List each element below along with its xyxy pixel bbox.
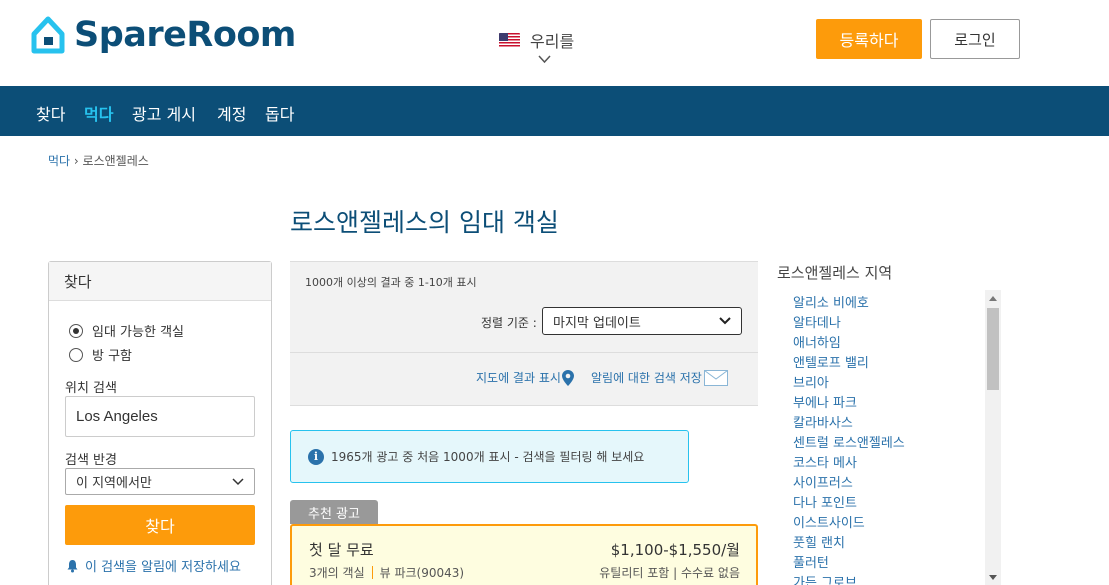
radio-label: 임대 가능한 객실 bbox=[92, 325, 184, 340]
breadcrumb: 먹다 › 로스앤젤레스 bbox=[48, 152, 149, 169]
area-link[interactable]: 칼라바사스 bbox=[793, 412, 853, 431]
radius-value: 이 지역에서만 bbox=[76, 476, 152, 491]
spareroom-logo[interactable]: SpareRoom bbox=[31, 15, 296, 55]
map-pin-icon bbox=[561, 369, 574, 386]
area-link[interactable]: 다나 포인트 bbox=[793, 492, 857, 511]
info-notice-text: 1965개 광고 중 처음 1000개 표시 - 검색을 필터링 해 보세요 bbox=[331, 450, 645, 464]
listing-meta: 3개의 객실 뷰 파크(90043) bbox=[309, 564, 464, 581]
area-link[interactable]: 센트럴 로스앤젤레스 bbox=[793, 432, 905, 451]
alert-link-label: 알림에 대한 검색 저장 bbox=[591, 371, 702, 385]
page-title: 로스앤젤레스의 임대 객실 bbox=[290, 208, 559, 237]
main-nav: 찾다 먹다 광고 게시 계정 돕다 bbox=[0, 86, 1109, 136]
location-label: 위치 검색 bbox=[65, 381, 117, 396]
language-selector[interactable]: 우리를 bbox=[499, 28, 574, 52]
area-link[interactable]: 알타데나 bbox=[793, 312, 841, 331]
areas-scrollbar[interactable] bbox=[985, 290, 1001, 585]
listing-price: $1,100-$1,550/월 bbox=[610, 541, 740, 559]
separator bbox=[371, 566, 373, 579]
featured-ad-tag: 추천 광고 bbox=[290, 500, 378, 524]
listing-title[interactable]: 첫 달 무료 bbox=[309, 539, 374, 560]
area-link[interactable]: 풀러턴 bbox=[793, 552, 829, 571]
area-link[interactable]: 브리아 bbox=[793, 372, 829, 391]
sort-label: 정렬 기준 : bbox=[481, 316, 537, 330]
areas-title: 로스앤젤레스 지역 bbox=[777, 264, 893, 282]
nav-item-help[interactable]: 돕다 bbox=[265, 101, 294, 125]
area-link[interactable]: 풋힐 랜치 bbox=[793, 532, 845, 551]
envelope-icon bbox=[703, 369, 728, 386]
divider bbox=[290, 352, 758, 353]
area-link[interactable]: 부에나 파크 bbox=[793, 392, 857, 411]
scroll-up-arrow-icon[interactable] bbox=[989, 296, 997, 301]
radio-rooms-for-rent[interactable]: 임대 가능한 객실 bbox=[69, 321, 184, 340]
breadcrumb-separator: › bbox=[70, 154, 83, 168]
language-label: 우리를 bbox=[530, 32, 575, 51]
radio-button[interactable] bbox=[69, 347, 83, 362]
results-count: 1000개 이상의 결과 중 1-10개 표시 bbox=[305, 276, 477, 289]
info-notice: i 1965개 광고 중 처음 1000개 표시 - 검색을 필터링 해 보세요 bbox=[290, 430, 689, 483]
breadcrumb-parent[interactable]: 먹다 bbox=[48, 154, 70, 168]
location-input[interactable]: Los Angeles bbox=[65, 396, 255, 437]
search-panel: 찾다 임대 가능한 객실 방 구함 위치 검색 Los Angeles 검색 반… bbox=[48, 261, 272, 585]
radio-rooms-wanted[interactable]: 방 구함 bbox=[69, 345, 132, 364]
scroll-down-arrow-icon[interactable] bbox=[989, 575, 997, 580]
nav-item-account[interactable]: 계정 bbox=[217, 101, 246, 125]
sort-select[interactable]: 마지막 업데이트 bbox=[542, 307, 742, 335]
listing-location: 뷰 파크(90043) bbox=[379, 566, 465, 580]
results-header: 1000개 이상의 결과 중 1-10개 표시 정렬 기준 : 마지막 업데이트… bbox=[290, 261, 758, 406]
area-link[interactable]: 가든 그로브 bbox=[793, 572, 857, 585]
area-link[interactable]: 이스트사이드 bbox=[793, 512, 865, 531]
area-link[interactable]: 사이프러스 bbox=[793, 472, 853, 491]
register-button[interactable]: 등록하다 bbox=[816, 19, 922, 59]
us-flag-icon bbox=[499, 32, 520, 48]
nav-item-rent[interactable]: 먹다 bbox=[84, 101, 113, 125]
radius-select[interactable]: 이 지역에서만 bbox=[65, 468, 255, 495]
nav-item-find[interactable]: 찾다 bbox=[36, 101, 65, 125]
find-button[interactable]: 찾다 bbox=[65, 505, 255, 545]
listing-rooms: 3개의 객실 bbox=[309, 566, 365, 580]
house-logo-icon bbox=[31, 16, 65, 54]
area-link[interactable]: 알리소 비에호 bbox=[793, 292, 869, 311]
save-search-for-alerts-link[interactable]: 알림에 대한 검색 저장 bbox=[591, 369, 728, 386]
listing-card[interactable]: 첫 달 무료 $1,100-$1,550/월 3개의 객실 뷰 파크(90043… bbox=[290, 524, 758, 585]
area-link[interactable]: 애너하임 bbox=[793, 332, 841, 351]
radius-label: 검색 반경 bbox=[65, 453, 117, 468]
breadcrumb-current: 로스앤젤레스 bbox=[82, 154, 149, 168]
save-alert-label: 이 검색을 알림에 저장하세요 bbox=[85, 560, 241, 575]
chevron-down-icon bbox=[719, 317, 731, 325]
search-panel-title: 찾다 bbox=[49, 262, 271, 301]
site-header: SpareRoom 우리를 등록하다 로그인 bbox=[0, 0, 1109, 86]
area-link[interactable]: 앤텔로프 밸리 bbox=[793, 352, 869, 371]
radio-button-selected[interactable] bbox=[69, 323, 83, 338]
chevron-down-icon bbox=[232, 477, 244, 485]
listing-extras: 유틸리티 포함 | 수수료 없음 bbox=[599, 566, 740, 580]
location-value: Los Angeles bbox=[76, 408, 158, 425]
radio-label: 방 구함 bbox=[92, 349, 133, 364]
show-on-map-link[interactable]: 지도에 결과 표시 bbox=[476, 369, 574, 386]
scroll-thumb[interactable] bbox=[987, 308, 999, 390]
area-link[interactable]: 코스타 메사 bbox=[793, 452, 857, 471]
chevron-down-icon[interactable] bbox=[538, 55, 551, 64]
info-icon: i bbox=[308, 448, 324, 465]
areas-list: 알리소 비에호 알타데나 애너하임 앤텔로프 밸리 브리아 부에나 파크 칼라바사스 센트럴 … bbox=[777, 290, 1001, 585]
bell-icon bbox=[67, 559, 78, 572]
logo-text: SpareRoom bbox=[74, 15, 296, 55]
map-link-label: 지도에 결과 표시 bbox=[476, 371, 561, 385]
save-search-alert-link[interactable]: 이 검색을 알림에 저장하세요 bbox=[66, 556, 241, 575]
login-button[interactable]: 로그인 bbox=[930, 19, 1020, 59]
nav-item-post-ad[interactable]: 광고 게시 bbox=[132, 101, 196, 125]
sort-value: 마지막 업데이트 bbox=[553, 315, 641, 331]
